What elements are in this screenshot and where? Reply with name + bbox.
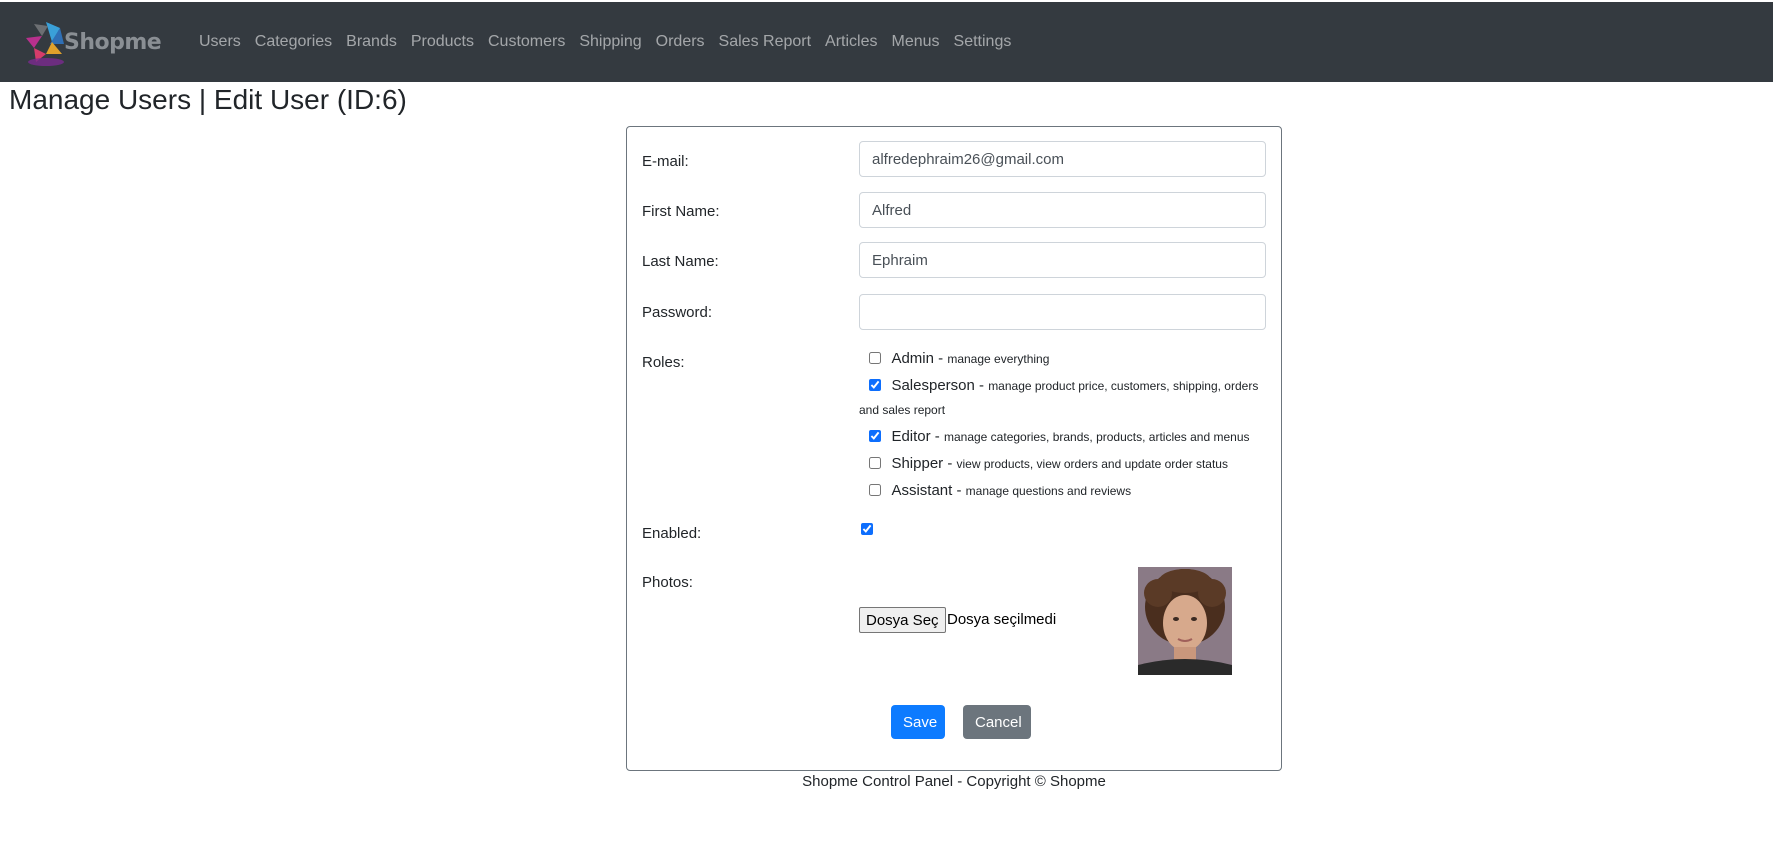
email-field[interactable] [859, 141, 1266, 177]
role-name: Editor [891, 428, 931, 445]
brand-logo[interactable]: Shopme [20, 14, 166, 70]
role-salesperson: Salesperson - manage product price, cust… [859, 377, 1259, 417]
roles-list: Admin - manage everything Salesperson - … [859, 347, 1279, 506]
role-name: Shipper [891, 455, 944, 472]
choose-file-button[interactable]: Dosya Seç [859, 607, 946, 633]
nav-link-menus[interactable]: Menus [892, 33, 940, 51]
enabled-checkbox[interactable] [861, 523, 873, 535]
role-description: manage everything [947, 352, 1050, 366]
role-description: manage categories, brands, products, art… [943, 430, 1250, 444]
role-description: view products, view orders and update or… [956, 457, 1228, 471]
role-name: Salesperson [891, 377, 975, 394]
role-description: manage questions and reviews [965, 484, 1132, 498]
nav-link-users[interactable]: Users [199, 33, 241, 51]
first-name-label: First Name: [642, 203, 720, 220]
top-navbar: Shopme Users Categories Brands Products … [0, 2, 1773, 82]
nav-link-articles[interactable]: Articles [825, 33, 877, 51]
nav-link-orders[interactable]: Orders [656, 33, 705, 51]
footer-text: Shopme Control Panel - Copyright © Shopm… [802, 773, 1106, 790]
email-label: E-mail: [642, 153, 689, 170]
enabled-label: Enabled: [642, 525, 702, 542]
cancel-button[interactable]: Cancel [963, 705, 1031, 739]
edit-user-form: E-mail: First Name: Last Name: Password:… [626, 126, 1282, 771]
nav-links: Users Categories Brands Products Custome… [199, 33, 1025, 51]
first-name-field[interactable] [859, 192, 1266, 228]
role-salesperson-checkbox[interactable] [869, 379, 881, 391]
roles-label: Roles: [642, 354, 685, 371]
photos-label: Photos: [642, 574, 693, 591]
shopme-logo-icon [20, 14, 72, 70]
role-assistant: Assistant - manage questions and reviews [859, 479, 1279, 503]
nav-link-brands[interactable]: Brands [346, 33, 397, 51]
nav-link-products[interactable]: Products [411, 33, 474, 51]
role-editor: Editor - manage categories, brands, prod… [859, 425, 1279, 449]
password-field[interactable] [859, 294, 1266, 330]
nav-link-sales-report[interactable]: Sales Report [719, 33, 812, 51]
role-shipper-checkbox[interactable] [869, 457, 881, 469]
nav-link-categories[interactable]: Categories [255, 33, 332, 51]
last-name-field[interactable] [859, 242, 1266, 278]
password-label: Password: [642, 304, 713, 321]
last-name-label: Last Name: [642, 253, 719, 270]
nav-link-settings[interactable]: Settings [954, 33, 1012, 51]
role-name: Assistant [891, 482, 953, 499]
user-photo [1138, 567, 1232, 675]
page-title: Manage Users | Edit User (ID:6) [9, 84, 407, 115]
role-admin-checkbox[interactable] [869, 352, 881, 364]
role-admin: Admin - manage everything [859, 347, 1279, 371]
nav-link-shipping[interactable]: Shipping [579, 33, 641, 51]
role-name: Admin [891, 350, 934, 367]
role-assistant-checkbox[interactable] [869, 484, 881, 496]
brand-name: Shopme [64, 29, 162, 55]
save-button[interactable]: Save [891, 705, 945, 739]
role-shipper: Shipper - view products, view orders and… [859, 452, 1279, 476]
role-editor-checkbox[interactable] [869, 430, 881, 442]
file-status-text: Dosya seçilmedi [947, 611, 1057, 628]
nav-link-customers[interactable]: Customers [488, 33, 565, 51]
